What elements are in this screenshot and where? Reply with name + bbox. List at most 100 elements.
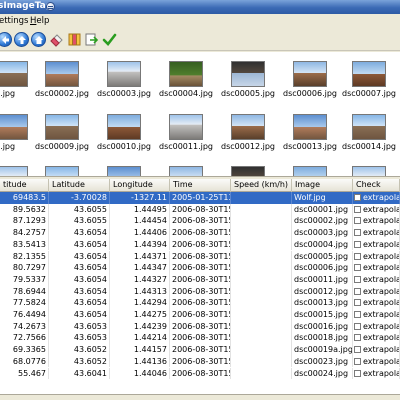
check-cell[interactable]: extrapolat <box>353 215 400 228</box>
latitude-cell: 43.6054 <box>49 297 110 309</box>
extrapolate-checkbox[interactable] <box>354 264 361 272</box>
track-table[interactable]: titude Latitude Longitude Time Speed (km… <box>0 179 400 394</box>
check-cell[interactable]: extrapolat <box>353 332 400 345</box>
extrapolate-checkbox[interactable] <box>354 194 361 201</box>
column-header-image[interactable]: Image <box>292 179 353 192</box>
column-header-latitude[interactable]: Latitude <box>49 179 110 192</box>
table-row[interactable]: 82.1355 43.6054 1.44371 2006-08-30T15: dsc00… <box>0 250 400 263</box>
check-cell[interactable]: extrapolat <box>353 273 400 286</box>
extrapolate-checkbox[interactable] <box>354 252 361 260</box>
check-cell[interactable]: extrapolat <box>353 192 400 204</box>
check-cell[interactable]: extrapolat <box>353 238 400 251</box>
time-cell: 2006-08-30T15: <box>172 250 231 263</box>
time-cell: 2006-08-30T15: <box>172 203 231 216</box>
table-row[interactable]: 69483.5-3.70028-1327.112005-01-25T13:4 Wo… <box>0 192 400 204</box>
table-row[interactable]: 84.2757 43.6054 1.44406 2006-08-30T15: dsc00… <box>0 227 400 239</box>
extrapolate-checkbox[interactable] <box>354 229 361 237</box>
check-cell[interactable]: extrapolat <box>353 355 400 368</box>
up-icon[interactable] <box>14 32 29 47</box>
extrapolate-checkbox[interactable] <box>354 369 361 377</box>
table-row[interactable]: 80.7297 43.6054 1.44347 2006-08-30T15: dsc00… <box>0 262 400 274</box>
check-label: extrapolat <box>363 286 400 296</box>
time-cell: 2006-08-30T15: <box>172 309 231 321</box>
speed-cell <box>231 309 292 321</box>
back-icon[interactable] <box>0 32 12 47</box>
table-row[interactable]: 87.1293 43.6055 1.44454 2006-08-30T15: dsc00… <box>0 215 400 228</box>
thumbnail-image <box>293 166 327 176</box>
check-cell[interactable]: extrapolat <box>353 320 400 333</box>
speed-cell <box>231 192 292 204</box>
table-row[interactable]: 55.467 43.6041 1.44046 2006-08-30T15: dsc000… <box>0 367 400 380</box>
table-row[interactable]: 83.5413 43.6054 1.44394 2006-08-30T15: dsc00… <box>0 238 400 251</box>
thumbnail-image <box>293 61 327 87</box>
check-cell[interactable]: extrapolat <box>353 309 400 321</box>
table-row[interactable]: 69.3365 43.6052 1.44157 2006-08-30T15: dsc00… <box>0 344 400 356</box>
window-roll-button[interactable] <box>46 2 55 11</box>
extrapolate-checkbox[interactable] <box>354 334 361 342</box>
check-cell[interactable]: extrapolat <box>353 285 400 298</box>
extrapolate-checkbox[interactable] <box>354 322 361 330</box>
check-cell[interactable]: extrapolat <box>353 344 400 356</box>
table-row[interactable]: 76.4494 43.6054 1.44275 2006-08-30T15: dsc00… <box>0 309 400 321</box>
extrapolate-checkbox[interactable] <box>354 217 361 225</box>
extrapolate-checkbox[interactable] <box>354 299 361 307</box>
altitude-cell: 82.1355 <box>0 250 49 263</box>
extrapolate-checkbox[interactable] <box>354 287 361 295</box>
longitude-cell: 1.44214 <box>110 332 170 345</box>
table-row[interactable]: 79.5337 43.6054 1.44327 2006-08-30T15: dsc00… <box>0 273 400 286</box>
checkmark-icon[interactable] <box>102 32 117 47</box>
menu-help[interactable]: Help <box>30 16 49 26</box>
check-label: extrapolat <box>363 239 400 249</box>
altitude-cell: 89.5632 <box>0 203 49 216</box>
image-cell: dsc00024.jpg <box>292 367 353 380</box>
window-title: sImageTag <box>0 1 53 11</box>
table-row[interactable]: 77.5824 43.6054 1.44294 2006-08-30T15: dsc00… <box>0 297 400 309</box>
latitude-cell: 43.6055 <box>49 215 110 228</box>
thumbnail-caption: dsc00010.jpg <box>96 142 151 151</box>
latitude-cell: 43.6054 <box>49 285 110 298</box>
extrapolate-checkbox[interactable] <box>354 275 361 283</box>
column-header-speed[interactable]: Speed (km/h) <box>231 179 292 192</box>
check-label: extrapolat <box>363 193 400 202</box>
menu-settings[interactable]: ettings <box>0 16 28 26</box>
longitude-cell: 1.44157 <box>110 344 170 356</box>
thumbnail-caption: dsc00004.jpg <box>158 89 213 98</box>
table-row[interactable]: 89.5632 43.6055 1.44495 2006-08-30T15: dsc00… <box>0 203 400 216</box>
thumbnail-panel[interactable]: 001.jpg dsc00002.jpg dsc00003.jpg dsc000… <box>0 52 400 176</box>
check-cell[interactable]: extrapolat <box>353 250 400 263</box>
table-row[interactable]: 72.7566 43.6053 1.44214 2006-08-30T15: dsc00… <box>0 332 400 345</box>
check-label: extrapolat <box>363 368 400 378</box>
columns-icon[interactable] <box>67 32 82 47</box>
check-cell[interactable]: extrapolat <box>353 227 400 239</box>
check-label: extrapolat <box>363 321 400 331</box>
table-row[interactable]: 74.2673 43.6053 1.44239 2006-08-30T15: dsc00… <box>0 320 400 333</box>
table-row[interactable]: 68.0776 43.6052 1.44136 2006-08-30T15: dsc00… <box>0 355 400 368</box>
check-cell[interactable]: extrapolat <box>353 367 400 380</box>
sync-icon[interactable] <box>84 32 99 47</box>
extrapolate-checkbox[interactable] <box>354 346 361 354</box>
image-cell: Wolf.jpg <box>292 192 353 204</box>
thumbnail-image <box>45 61 79 87</box>
column-header-longitude[interactable]: Longitude <box>110 179 170 192</box>
column-header-check[interactable]: Check <box>353 179 400 192</box>
check-cell[interactable]: extrapolat <box>353 203 400 216</box>
column-header-altitude[interactable]: titude <box>0 179 49 192</box>
longitude-cell: 1.44371 <box>110 250 170 263</box>
eraser-icon[interactable] <box>49 32 64 47</box>
check-cell[interactable]: extrapolat <box>353 262 400 274</box>
check-cell[interactable]: extrapolat <box>353 297 400 309</box>
extrapolate-checkbox[interactable] <box>354 357 361 365</box>
column-header-time[interactable]: Time <box>170 179 231 192</box>
thumbnail-caption: dsc00012.jpg <box>220 142 275 151</box>
time-cell: 2005-01-25T13:4 <box>170 192 231 204</box>
status-bar <box>0 394 400 400</box>
table-row[interactable]: 78.6944 43.6054 1.44313 2006-08-30T15: dsc00… <box>0 285 400 298</box>
time-cell: 2006-08-30T15: <box>172 273 231 286</box>
image-cell: dsc00005.jpg <box>292 250 353 263</box>
home-icon[interactable] <box>31 32 46 47</box>
altitude-cell: 83.5413 <box>0 238 49 251</box>
extrapolate-checkbox[interactable] <box>354 311 361 318</box>
extrapolate-checkbox[interactable] <box>354 240 361 248</box>
extrapolate-checkbox[interactable] <box>354 205 361 213</box>
longitude-cell: 1.44495 <box>110 203 170 216</box>
